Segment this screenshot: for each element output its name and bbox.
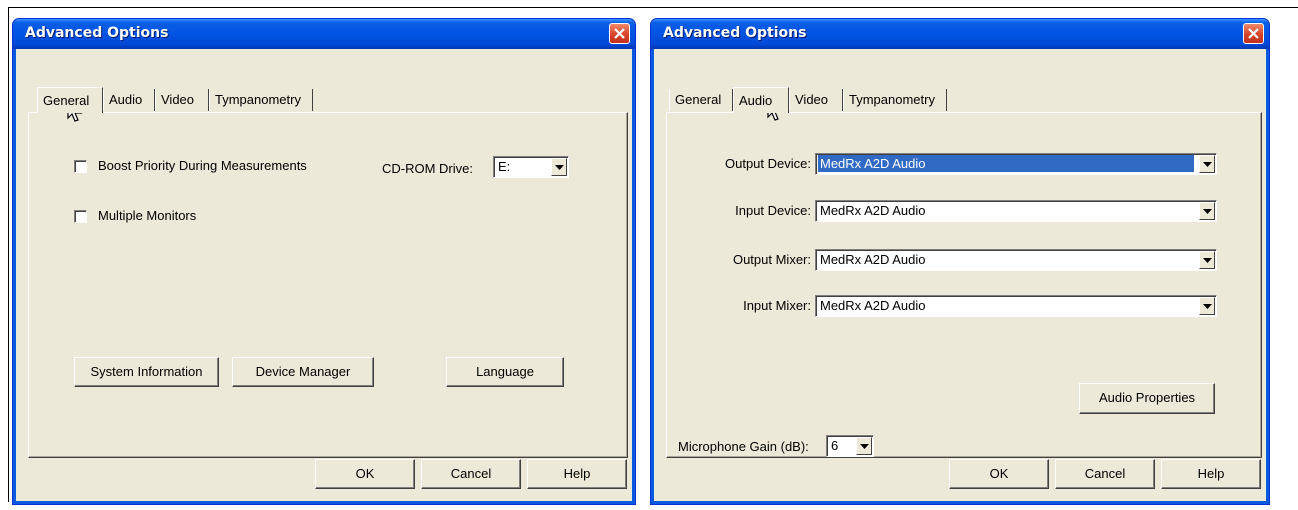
- dialog-body: General Audio Video Tympanometry Boost P…: [16, 49, 632, 501]
- dropdown-arrow-button[interactable]: [1199, 297, 1215, 315]
- frame-top-border: [8, 7, 1298, 8]
- dropdown-arrow-icon: [555, 165, 564, 170]
- tab-tympanometry-label: Tympanometry: [849, 92, 935, 107]
- microphone-gain-select[interactable]: 6: [826, 435, 874, 457]
- tab-general-label: General: [43, 93, 90, 108]
- tab-panel-audio: Output Device: MedRx A2D Audio Input Dev…: [666, 112, 1262, 458]
- tab-tympanometry[interactable]: Tympanometry: [209, 89, 313, 111]
- dropdown-arrow-button[interactable]: [1199, 202, 1215, 220]
- device-manager-label: Device Manager: [255, 364, 351, 379]
- title-bar[interactable]: Advanced Options: [651, 19, 1269, 49]
- tab-panel-general: Boost Priority During Measurements Multi…: [28, 112, 628, 458]
- input-device-value: MedRx A2D Audio: [820, 203, 926, 218]
- advanced-options-dialog-audio: Advanced Options General Audio Video Tym…: [650, 18, 1270, 505]
- dialog-title: Advanced Options: [663, 25, 807, 41]
- help-label: Help: [1197, 466, 1225, 481]
- help-label: Help: [563, 466, 591, 481]
- system-information-label: System Information: [90, 364, 203, 379]
- output-device-value: MedRx A2D Audio: [818, 155, 1194, 172]
- tab-general[interactable]: General: [37, 87, 103, 113]
- tab-audio[interactable]: Audio: [733, 87, 789, 113]
- output-device-label: Output Device:: [725, 156, 811, 171]
- title-bar[interactable]: Advanced Options: [13, 19, 635, 49]
- help-button[interactable]: Help: [1161, 459, 1261, 489]
- ok-button[interactable]: OK: [949, 459, 1049, 489]
- tab-video-label: Video: [795, 92, 829, 107]
- tab-tympanometry[interactable]: Tympanometry: [843, 89, 947, 111]
- cancel-button[interactable]: Cancel: [1055, 459, 1155, 489]
- boost-priority-checkbox[interactable]: [74, 160, 87, 173]
- dialog-body: General Audio Video Tympanometry Output …: [654, 49, 1266, 501]
- microphone-gain-label: Microphone Gain (dB):: [678, 439, 809, 454]
- close-button[interactable]: [1243, 23, 1264, 44]
- tab-general-label: General: [675, 92, 722, 107]
- input-mixer-label: Input Mixer:: [743, 298, 811, 313]
- cdrom-drive-label: CD-ROM Drive:: [382, 161, 473, 176]
- multiple-monitors-checkbox[interactable]: [74, 210, 87, 223]
- dropdown-arrow-icon: [1203, 258, 1212, 263]
- tab-video[interactable]: Video: [155, 89, 209, 111]
- dropdown-arrow-button[interactable]: [1199, 155, 1215, 173]
- ok-label: OK: [355, 466, 375, 481]
- frame-left-border: [8, 7, 9, 502]
- output-mixer-label: Output Mixer:: [732, 252, 811, 267]
- input-device-label: Input Device:: [735, 203, 811, 218]
- boost-priority-label: Boost Priority During Measurements: [98, 158, 307, 173]
- cancel-label: Cancel: [1084, 466, 1126, 481]
- audio-properties-label: Audio Properties: [1098, 390, 1196, 405]
- dialog-title: Advanced Options: [25, 25, 169, 41]
- microphone-gain-value: 6: [831, 438, 839, 453]
- system-information-button[interactable]: System Information: [74, 357, 219, 387]
- tab-general[interactable]: General: [669, 89, 733, 111]
- dropdown-arrow-icon: [860, 444, 869, 449]
- cancel-button[interactable]: Cancel: [421, 459, 521, 489]
- language-button[interactable]: Language: [446, 357, 564, 387]
- cdrom-drive-value: E:: [498, 159, 511, 174]
- ok-button[interactable]: OK: [315, 459, 415, 489]
- cancel-label: Cancel: [450, 466, 492, 481]
- dropdown-arrow-button[interactable]: [551, 158, 567, 176]
- advanced-options-dialog-general: Advanced Options General Audio Video Tym…: [12, 18, 636, 505]
- device-manager-button[interactable]: Device Manager: [232, 357, 374, 387]
- cdrom-drive-select[interactable]: E:: [493, 156, 569, 178]
- close-icon: [1248, 28, 1259, 39]
- output-mixer-select[interactable]: MedRx A2D Audio: [815, 249, 1217, 271]
- tab-audio-label: Audio: [109, 92, 143, 107]
- multiple-monitors-label: Multiple Monitors: [98, 208, 197, 223]
- dropdown-arrow-icon: [1203, 162, 1212, 167]
- ok-label: OK: [989, 466, 1009, 481]
- tab-video[interactable]: Video: [789, 89, 843, 111]
- tab-tympanometry-label: Tympanometry: [215, 92, 301, 107]
- dropdown-arrow-icon: [1203, 304, 1212, 309]
- dropdown-arrow-button[interactable]: [1199, 251, 1215, 269]
- output-device-select[interactable]: MedRx A2D Audio: [815, 153, 1217, 175]
- close-button[interactable]: [609, 23, 630, 44]
- close-icon: [614, 28, 625, 39]
- help-button[interactable]: Help: [527, 459, 627, 489]
- dropdown-arrow-icon: [1203, 209, 1212, 214]
- audio-properties-button[interactable]: Audio Properties: [1079, 383, 1215, 414]
- input-mixer-select[interactable]: MedRx A2D Audio: [815, 295, 1217, 317]
- input-mixer-value: MedRx A2D Audio: [820, 298, 926, 313]
- tab-video-label: Video: [161, 92, 195, 107]
- input-device-select[interactable]: MedRx A2D Audio: [815, 200, 1217, 222]
- dropdown-arrow-button[interactable]: [856, 437, 872, 455]
- tab-audio[interactable]: Audio: [103, 89, 155, 111]
- language-label: Language: [476, 364, 534, 379]
- tab-audio-label: Audio: [739, 93, 773, 108]
- output-mixer-value: MedRx A2D Audio: [820, 252, 926, 267]
